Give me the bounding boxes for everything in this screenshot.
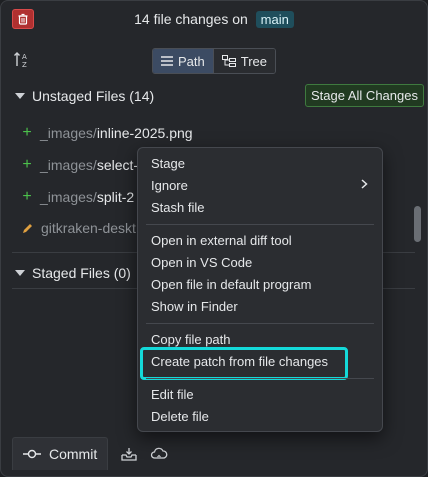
file-name: inline-2025.png	[96, 125, 193, 141]
svg-text:A: A	[22, 53, 27, 61]
file-changes-count: 14 file changes on	[134, 11, 248, 27]
menu-item-stage[interactable]: Stage	[151, 156, 185, 171]
menu-separator	[146, 224, 374, 225]
file-dir: _images/	[40, 125, 97, 141]
path-view-button[interactable]: Path	[153, 49, 213, 73]
file-context-menu: Stage Ignore Stash file Open in external…	[137, 147, 383, 432]
menu-item-copy-file-path[interactable]: Copy file path	[151, 332, 231, 347]
unstaged-section-header[interactable]: Unstaged Files (14)	[15, 88, 154, 104]
commit-icon	[23, 449, 41, 459]
menu-item-ignore[interactable]: Ignore	[151, 178, 188, 193]
staged-title: Staged Files (0)	[32, 265, 131, 281]
pencil-icon	[23, 223, 32, 233]
file-name: gitkraken-deskt	[41, 220, 136, 236]
staged-section-header[interactable]: Staged Files (0)	[15, 265, 131, 281]
branch-badge[interactable]: main	[255, 11, 294, 28]
commit-tab[interactable]: Commit	[12, 437, 109, 470]
file-name: select-	[96, 157, 139, 173]
cloud-icon	[151, 447, 168, 459]
collapse-triangle-icon	[15, 93, 25, 99]
bottom-tabs: Commit	[12, 437, 174, 470]
unstaged-title: Unstaged Files (14)	[32, 88, 155, 104]
file-changes-header: 14 file changes on main	[1, 11, 427, 28]
added-icon: +	[22, 156, 32, 173]
collapse-triangle-icon	[15, 270, 25, 276]
file-row[interactable]: + _images/select-	[22, 156, 138, 174]
svg-text:Z: Z	[22, 61, 27, 69]
file-row[interactable]: + _images/split-2	[22, 188, 134, 206]
list-icon	[161, 56, 173, 66]
commit-tab-label: Commit	[49, 446, 98, 462]
menu-separator	[146, 323, 374, 324]
file-name: split-2	[96, 189, 135, 205]
sort-az-icon: A Z	[14, 52, 27, 69]
path-view-label: Path	[178, 53, 205, 69]
file-dir: _images/	[40, 189, 97, 205]
menu-item-open-external-diff[interactable]: Open in external diff tool	[151, 233, 292, 248]
file-row[interactable]: + _images/inline-2025.png	[22, 124, 193, 142]
tree-icon	[221, 55, 236, 67]
menu-item-delete-file[interactable]: Delete file	[151, 409, 209, 424]
menu-item-edit-file[interactable]: Edit file	[151, 387, 194, 402]
added-icon: +	[22, 188, 32, 205]
menu-item-open-default-program[interactable]: Open file in default program	[151, 277, 311, 292]
file-row[interactable]: gitkraken-deskt	[22, 220, 136, 236]
stage-all-button[interactable]: Stage All Changes	[305, 84, 424, 107]
cloud-tab[interactable]	[144, 438, 174, 470]
chevron-right-icon	[361, 179, 368, 189]
added-icon: +	[22, 124, 32, 141]
commit-panel: 14 file changes on main A Z Path Tree Un…	[0, 0, 428, 477]
stash-tab[interactable]	[114, 438, 144, 470]
file-dir: _images/	[40, 157, 97, 173]
tree-view-label: Tree	[240, 53, 267, 69]
menu-item-create-patch[interactable]: Create patch from file changes	[151, 354, 328, 369]
scrollbar-thumb[interactable]	[414, 206, 421, 242]
inbox-icon	[121, 447, 137, 461]
menu-item-open-vscode[interactable]: Open in VS Code	[151, 255, 252, 270]
sort-button[interactable]: A Z	[13, 51, 31, 74]
menu-separator	[146, 378, 374, 379]
view-toggle: Path Tree	[152, 48, 276, 74]
menu-item-show-in-finder[interactable]: Show in Finder	[151, 299, 238, 314]
menu-item-stash-file[interactable]: Stash file	[151, 200, 204, 215]
tree-view-button[interactable]: Tree	[212, 49, 275, 73]
